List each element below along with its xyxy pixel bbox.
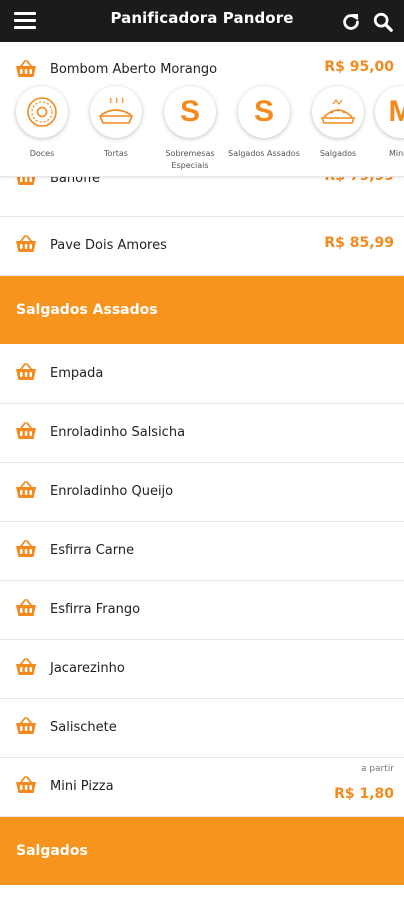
category-tortas[interactable]: Tortas [79, 86, 153, 160]
refresh-icon[interactable] [340, 11, 362, 33]
item-price: R$ 85,99 [324, 235, 394, 251]
item-name: Enroladinho Queijo [50, 484, 174, 499]
category-salgados-assados[interactable]: S Salgados Assados [227, 86, 301, 160]
item-name: Esfirra Frango [50, 602, 141, 617]
basket-icon [16, 658, 36, 675]
list-item[interactable]: Esfirra Frango [0, 581, 404, 640]
item-price: R$ 1,80 [334, 786, 394, 802]
basket-icon [16, 481, 36, 498]
list-item[interactable]: Pave Dois Amores R$ 85,99 [0, 217, 404, 276]
category-letter: M [389, 95, 404, 129]
section-header-salgados-assados: Salgados Assados [0, 276, 404, 344]
item-name: Empada [50, 366, 104, 381]
category-label: Salgados Assados [228, 149, 300, 158]
category-label: Sobremesas Especiais [165, 149, 215, 170]
basket-icon [16, 599, 36, 616]
basket-icon [16, 235, 36, 252]
category-label: Mini S [388, 149, 404, 158]
item-name: Esfirra Carne [50, 543, 135, 558]
category-carousel[interactable]: Doces Tortas S Sobremesas Especiais S Sa… [0, 84, 404, 177]
donut-icon [27, 97, 57, 127]
item-name: Pave Dois Amores [50, 238, 167, 253]
category-circle[interactable]: S [238, 86, 290, 138]
category-label: Doces [29, 149, 55, 158]
item-name: Enroladinho Salsicha [50, 425, 186, 440]
category-circle[interactable]: M [375, 86, 404, 138]
category-letter: S [179, 95, 200, 128]
list-item[interactable]: Enroladinho Salsicha [0, 404, 404, 463]
basket-icon [16, 540, 36, 557]
basket-icon [16, 60, 36, 77]
basket-icon [16, 422, 36, 439]
item-name: Salischete [50, 720, 117, 735]
section-title: Salgados [16, 843, 88, 859]
savory-icon [320, 99, 356, 124]
basket-icon [16, 776, 36, 793]
list-item[interactable]: Enroladinho Queijo [0, 463, 404, 522]
list-item[interactable]: Empada [0, 345, 404, 404]
category-doces[interactable]: Doces [5, 86, 79, 160]
category-circle[interactable]: S [164, 86, 216, 138]
category-letter: S [253, 95, 274, 128]
category-label: Tortas [104, 149, 128, 158]
item-name: Jacarezinho [50, 661, 125, 676]
category-circle[interactable] [16, 86, 68, 138]
section-header-salgados: Salgados [0, 817, 404, 885]
category-circle[interactable] [90, 86, 142, 138]
pie-icon [98, 97, 134, 124]
category-circle[interactable] [312, 86, 364, 138]
list-item[interactable]: Salischete [0, 699, 404, 758]
basket-icon [16, 363, 36, 380]
app-header: Panificadora Pandore [0, 0, 404, 42]
category-sobremesas-especiais[interactable]: S Sobremesas Especiais [153, 86, 227, 172]
search-icon[interactable] [372, 11, 394, 33]
section-title: Salgados Assados [16, 302, 158, 318]
list-item[interactable]: Esfirra Carne [0, 522, 404, 581]
list-item[interactable]: Jacarezinho [0, 640, 404, 699]
item-name: Mini Pizza [50, 779, 114, 794]
category-mini-s[interactable]: M Mini S [364, 86, 404, 160]
list-item[interactable]: Mini Pizza a partir R$ 1,80 [0, 758, 404, 817]
basket-icon [16, 717, 36, 734]
